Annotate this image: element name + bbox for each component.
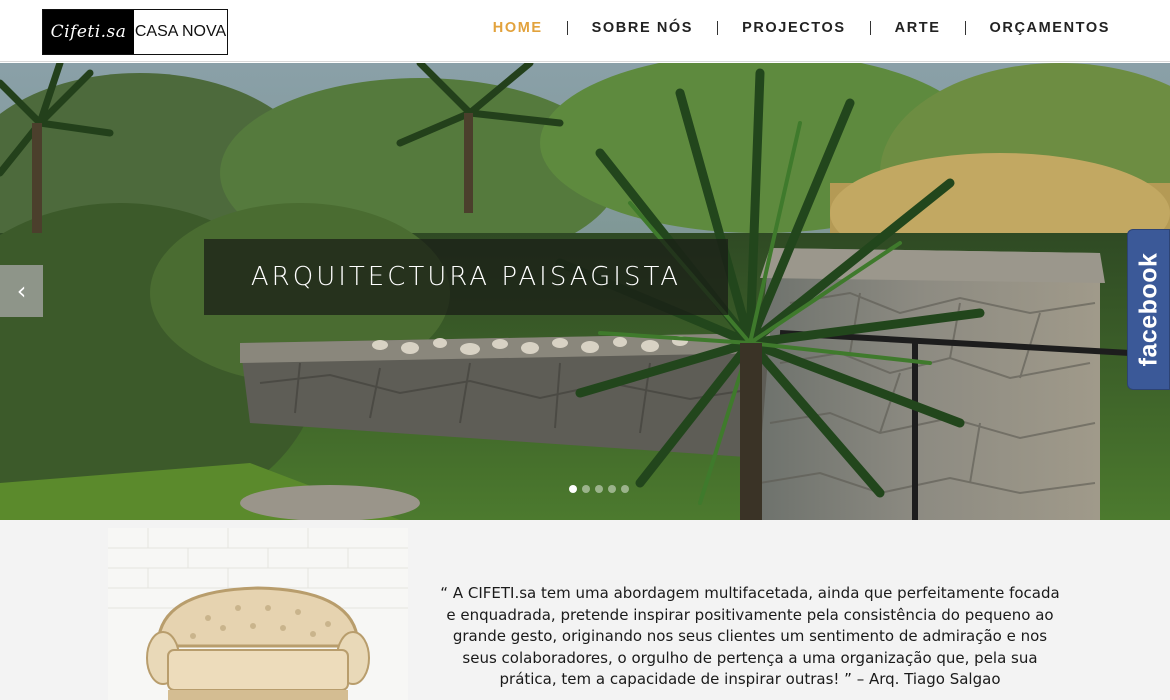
facebook-tab[interactable]: facebook [1127,229,1170,390]
slider-dot-2[interactable] [582,485,590,493]
sofa-image [108,528,408,700]
nav-home[interactable]: HOME [493,20,543,36]
intro-section: “ A CIFETI.sa tem uma abordagem multifac… [0,520,1170,700]
nav-sobre-nos[interactable]: SOBRE NÓS [592,20,693,36]
slider-dot-5[interactable] [621,485,629,493]
slide-caption: ARQUITECTURA PAISAGISTA [204,239,728,315]
slider-dot-3[interactable] [595,485,603,493]
site-header: Cifeti.sa CASA NOVA HOME SOBRE NÓS PROJE… [0,0,1170,62]
logo-brand: Cifeti.sa [43,10,134,54]
slide-caption-text: ARQUITECTURA PAISAGISTA [250,262,682,292]
chevron-left-icon: ‹ [16,277,27,305]
facebook-label: facebook [1134,252,1163,367]
nav-divider [869,21,871,35]
slider-dot-1[interactable] [569,485,577,493]
hero-slider: ARQUITECTURA PAISAGISTA ‹ [0,63,1170,520]
sofa-illustration [108,528,408,700]
nav-divider [566,21,568,35]
intro-quote: “ A CIFETI.sa tem uma abordagem multifac… [440,584,1060,688]
nav-orcamentos[interactable]: ORÇAMENTOS [990,20,1110,36]
nav-divider [717,21,719,35]
logo[interactable]: Cifeti.sa CASA NOVA [42,9,228,55]
slider-prev-button[interactable]: ‹ [0,265,43,317]
nav-projectos[interactable]: PROJECTOS [742,20,846,36]
nav-arte[interactable]: ARTE [895,20,941,36]
logo-tagline: CASA NOVA [134,23,227,40]
main-nav: HOME SOBRE NÓS PROJECTOS ARTE ORÇAMENTOS [493,20,1110,36]
slider-pagination [569,485,629,493]
slider-dot-4[interactable] [608,485,616,493]
nav-divider [964,21,966,35]
